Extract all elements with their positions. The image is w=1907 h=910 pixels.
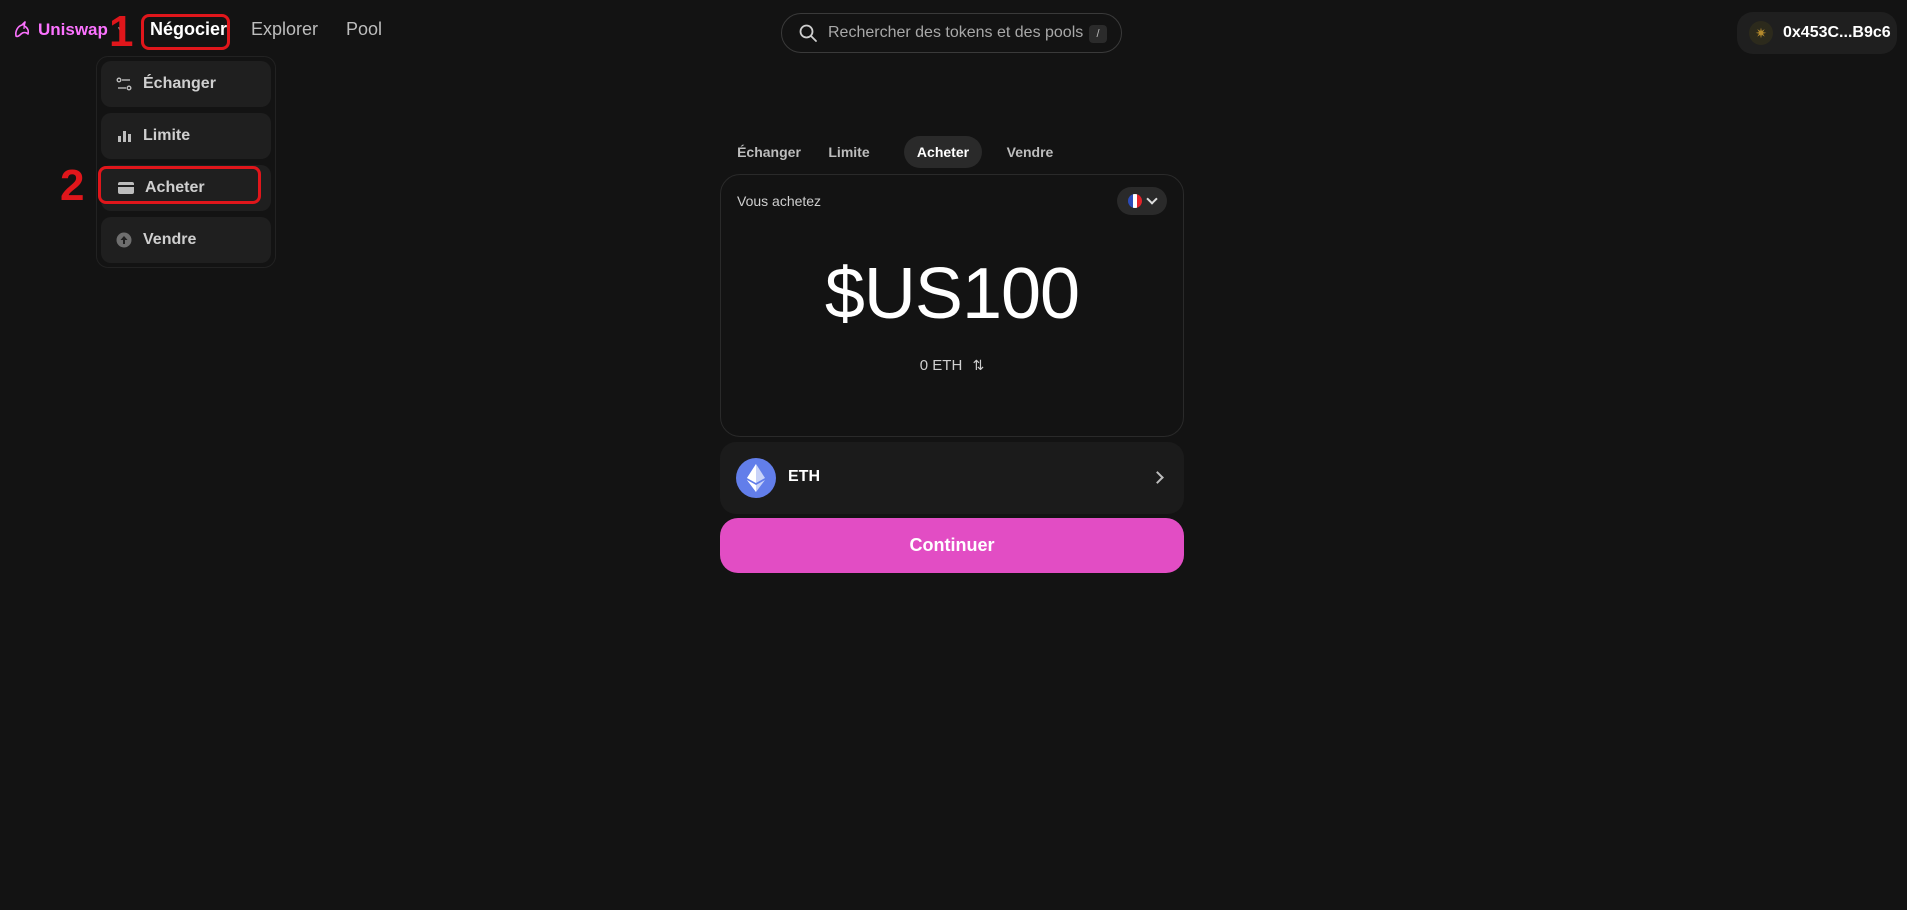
tab-echanger[interactable]: Échanger — [720, 136, 818, 168]
brand-name: Uniswap — [38, 20, 108, 39]
dropdown-item-label: Limite — [143, 127, 191, 144]
nav-item-explorer[interactable]: Explorer — [251, 19, 318, 40]
dropdown-item-label: Échanger — [143, 75, 216, 92]
wallet-address: 0x453C...B9c6 — [1783, 24, 1891, 41]
swap-icon — [115, 75, 133, 93]
search-shortcut-badge: / — [1089, 25, 1107, 43]
dropdown-item-limite[interactable]: Limite — [101, 113, 271, 159]
top-nav: Uniswap ▼ Négocier Explorer Pool 1 Reche… — [0, 0, 1907, 66]
dropdown-item-acheter[interactable]: Acheter — [101, 165, 271, 211]
buy-panel: Vous achetez $US100 0 ETH ⇅ — [720, 174, 1184, 437]
tab-acheter[interactable]: Acheter — [904, 136, 982, 168]
arrow-up-circle-icon — [115, 231, 133, 249]
dropdown-item-label: Acheter — [145, 179, 205, 196]
tab-limite[interactable]: Limite — [819, 136, 879, 168]
buy-label: Vous achetez — [737, 193, 822, 209]
crypto-amount: 0 ETH — [919, 357, 963, 374]
search-input[interactable]: Rechercher des tokens et des pools — [828, 24, 1083, 42]
token-symbol: ETH — [788, 468, 820, 485]
nav-item-pool[interactable]: Pool — [346, 19, 382, 40]
dropdown-item-label: Vendre — [143, 231, 197, 248]
card-icon — [117, 179, 135, 197]
chevron-down-icon — [1146, 193, 1158, 205]
bar-chart-icon — [115, 127, 133, 145]
crypto-amount-toggle[interactable]: 0 ETH ⇅ — [721, 357, 1183, 374]
country-selector[interactable] — [1117, 187, 1167, 215]
dropdown-item-vendre[interactable]: Vendre — [101, 217, 271, 263]
wallet-avatar-icon: ✷ — [1749, 21, 1773, 45]
search-icon — [799, 24, 817, 42]
nav-item-negocier[interactable]: Négocier — [150, 19, 227, 40]
ethereum-icon — [736, 458, 776, 498]
chevron-right-icon — [1151, 471, 1164, 484]
unicorn-icon — [15, 21, 30, 38]
annotation-number-2: 2 — [60, 161, 85, 210]
wallet-button[interactable]: ✷ 0x453C...B9c6 — [1737, 12, 1897, 54]
trade-dropdown-menu: Échanger Limite Acheter Vendre — [96, 56, 276, 268]
continue-button[interactable]: Continuer — [720, 518, 1184, 573]
annotation-number-1: 1 — [109, 7, 134, 56]
search-bar[interactable]: Rechercher des tokens et des pools / — [781, 13, 1122, 53]
fiat-amount[interactable]: $US100 — [721, 253, 1183, 335]
tab-vendre[interactable]: Vendre — [993, 136, 1067, 168]
token-selector[interactable]: ETH — [720, 442, 1184, 514]
swap-vertical-icon: ⇅ — [972, 357, 985, 373]
dropdown-item-echanger[interactable]: Échanger — [101, 61, 271, 107]
france-flag-icon — [1128, 194, 1142, 208]
